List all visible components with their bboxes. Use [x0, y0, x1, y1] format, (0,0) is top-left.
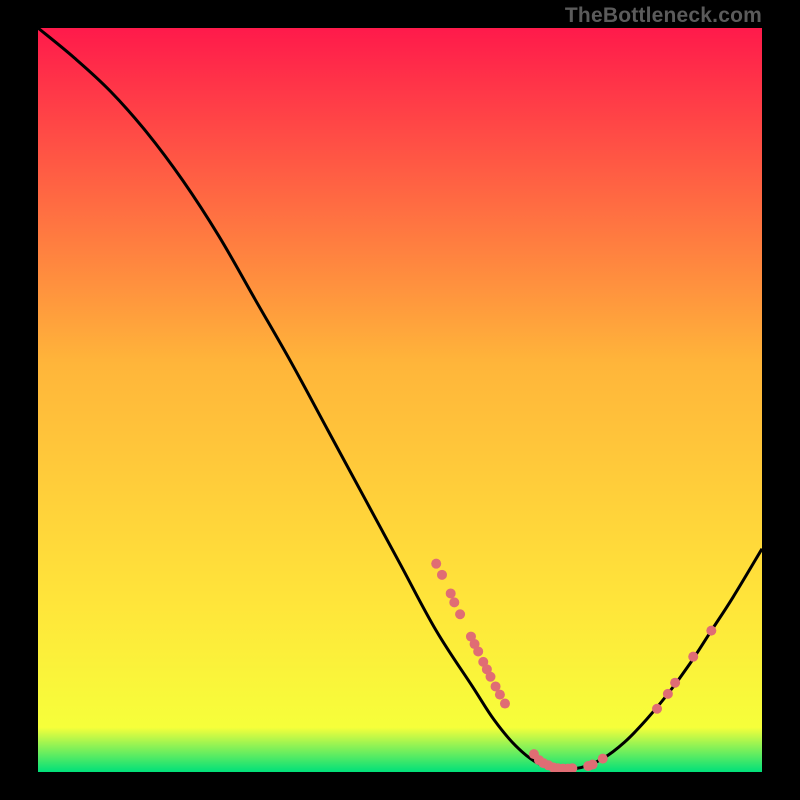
watermark-text: TheBottleneck.com [565, 4, 762, 28]
data-marker [446, 588, 456, 598]
data-marker [670, 678, 680, 688]
gradient-background [38, 28, 762, 772]
data-marker [688, 652, 698, 662]
data-marker [706, 626, 716, 636]
data-marker [449, 597, 459, 607]
data-marker [437, 570, 447, 580]
data-marker [663, 689, 673, 699]
data-marker [455, 609, 465, 619]
data-marker [598, 754, 608, 764]
data-marker [486, 672, 496, 682]
chart-container: TheBottleneck.com [0, 0, 800, 800]
data-marker [588, 760, 598, 770]
data-marker [652, 704, 662, 714]
data-marker [495, 690, 505, 700]
data-marker [473, 646, 483, 656]
data-marker [431, 559, 441, 569]
chart-svg [38, 28, 762, 772]
data-marker [500, 699, 510, 709]
